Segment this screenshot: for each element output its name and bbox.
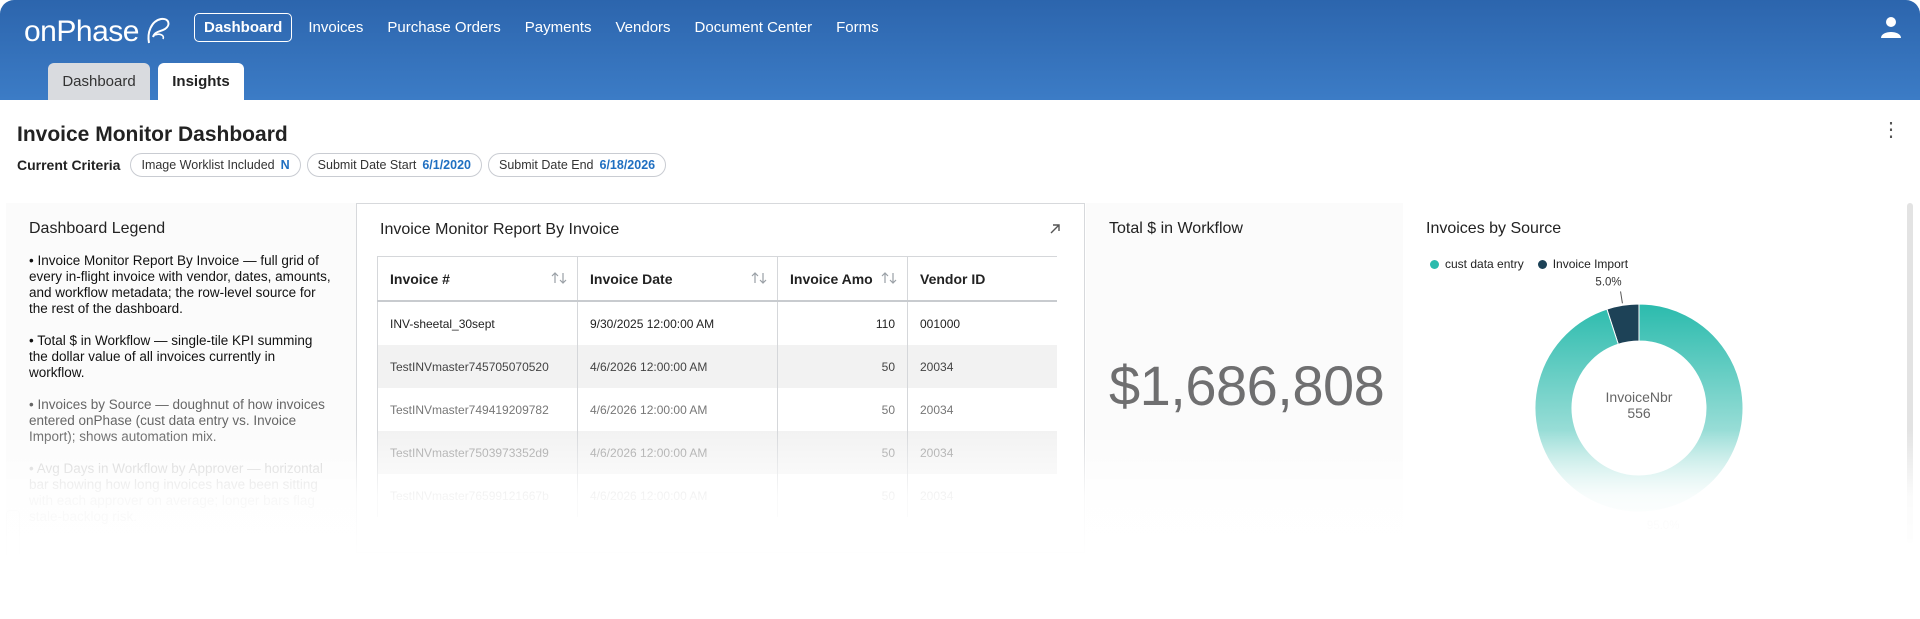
cell-invoice-date: 4/6/2026 12:00:00 AM <box>577 345 778 388</box>
expand-icon[interactable] <box>1048 222 1062 236</box>
subtab-dashboard[interactable]: Dashboard <box>48 63 150 100</box>
slice-label-cust-data-entry: 95.0% <box>1647 520 1680 532</box>
table-row[interactable]: TestINVmaster7503973352d9 4/6/2026 12:00… <box>377 431 1057 474</box>
table-row[interactable]: TestINVmaster745705070520 4/6/2026 12:00… <box>377 345 1057 388</box>
cell-vendor-id: 20034 <box>907 388 1057 431</box>
criteria-chip-submit-end[interactable]: Submit Date End 6/18/2026 <box>488 153 667 177</box>
subtab-insights[interactable]: Insights <box>158 63 244 100</box>
logo-text: onPhase <box>24 15 139 48</box>
cell-invoice-date: 4/6/2026 12:00:00 AM <box>577 388 778 431</box>
criteria-chip-submit-start[interactable]: Submit Date Start 6/1/2020 <box>306 153 482 177</box>
criteria-label: Current Criteria <box>17 157 121 173</box>
total-workflow-tile: Total $ in Workflow $1,686,808 <box>1086 203 1403 553</box>
legend-item: • Invoices by Source — doughnut of how i… <box>29 397 325 444</box>
kpi-title: Total $ in Workflow <box>1109 220 1243 237</box>
onphase-logo[interactable]: onPhase <box>24 14 173 50</box>
chip-label: Image Worklist Included <box>141 158 275 172</box>
nav-payments[interactable]: Payments <box>525 19 592 36</box>
chip-value: 6/1/2020 <box>422 158 471 172</box>
column-header-label: Invoice Date <box>590 270 673 287</box>
table-row[interactable]: INV-sheetal_30sept 9/30/2025 12:00:00 AM… <box>377 301 1057 345</box>
invoice-report-tile: Invoice Monitor Report By Invoice Invoic… <box>356 203 1085 553</box>
column-header-label: Invoice # <box>390 270 450 287</box>
cell-invoice-date: 4/6/2026 12:00:00 AM <box>577 431 778 474</box>
legend-body: • Invoice Monitor Report By Invoice — fu… <box>29 253 334 541</box>
table-header-row: Invoice # Invoice Date Invoice Amo Vendo… <box>377 256 1057 302</box>
cell-vendor-id: 001000 <box>907 301 1057 345</box>
sort-icon[interactable] <box>751 271 767 285</box>
column-header-invoice-amount[interactable]: Invoice Amo <box>777 256 908 302</box>
cell-invoice-amount: 110 <box>777 301 908 345</box>
column-header-vendor-id[interactable]: Vendor ID <box>907 256 1057 302</box>
cell-vendor-id: 20034 <box>907 474 1057 517</box>
table-row[interactable]: TestINVmaster749419209782 4/6/2026 12:00… <box>377 388 1057 431</box>
cell-invoice-number: INV-sheetal_30sept <box>377 301 578 345</box>
more-options-icon[interactable]: ⋮ <box>1881 120 1901 140</box>
table-row[interactable]: TestINVmaster76599121667b 4/6/2026 12:00… <box>377 474 1057 517</box>
chip-value: 6/18/2026 <box>599 158 656 172</box>
donut-center-value: 556 <box>1627 405 1651 421</box>
legend-item: • Avg Days in Workflow by Approver — hor… <box>29 461 323 524</box>
user-avatar-icon[interactable] <box>1879 15 1903 39</box>
cell-invoice-amount: 50 <box>777 431 908 474</box>
nav-document-center[interactable]: Document Center <box>695 19 813 36</box>
nav-forms[interactable]: Forms <box>836 19 879 36</box>
cell-invoice-number: TestINVmaster745705070520 <box>377 345 578 388</box>
chip-label: Submit Date End <box>499 158 594 172</box>
criteria-bar: Current Criteria Image Worklist Included… <box>17 152 672 178</box>
cell-vendor-id: 20034 <box>907 431 1057 474</box>
dashboard-grid: Dashboard Legend • Invoice Monitor Repor… <box>6 203 1914 553</box>
column-header-invoice-date[interactable]: Invoice Date <box>577 256 778 302</box>
nav-invoices[interactable]: Invoices <box>308 19 363 36</box>
report-title: Invoice Monitor Report By Invoice <box>380 221 620 238</box>
slice-label-invoice-import: 5.0% <box>1595 276 1621 288</box>
cell-invoice-amount: 50 <box>777 388 908 431</box>
donut-center-label: InvoiceNbr <box>1606 389 1673 405</box>
cell-vendor-id: 20034 <box>907 345 1057 388</box>
cell-invoice-number: TestINVmaster7503973352d9 <box>377 431 578 474</box>
page-title: Invoice Monitor Dashboard <box>17 123 288 146</box>
invoices-by-source-tile: Invoices by Source cust data entry Invoi… <box>1403 203 1875 553</box>
donut-chart: 5.0% 95.0% InvoiceNbr 556 <box>1534 276 1744 532</box>
app-header: onPhase Dashboard Invoices Purchase Orde… <box>0 0 1920 100</box>
dashboard-subtabs: Dashboard Insights <box>48 63 252 100</box>
kpi-value: $1,686,808 <box>1109 354 1385 417</box>
cell-invoice-amount: 50 <box>777 345 908 388</box>
column-header-invoice-number[interactable]: Invoice # <box>377 256 578 302</box>
legend-title: Dashboard Legend <box>29 220 166 237</box>
column-header-label: Invoice Amo <box>790 270 873 287</box>
vertical-scrollbar[interactable] <box>1907 203 1913 543</box>
sort-icon[interactable] <box>881 271 897 285</box>
cell-invoice-date: 4/6/2026 12:00:00 AM <box>577 474 778 517</box>
logo-mark-icon <box>147 17 170 44</box>
nav-purchase-orders[interactable]: Purchase Orders <box>387 19 500 36</box>
dashboard-legend-tile: Dashboard Legend • Invoice Monitor Repor… <box>6 203 356 553</box>
chip-value: N <box>280 158 290 172</box>
main-nav: Dashboard Invoices Purchase Orders Payme… <box>194 12 903 42</box>
chip-label: Submit Date Start <box>317 158 417 172</box>
criteria-chip-image-worklist[interactable]: Image Worklist Included N <box>130 153 301 177</box>
report-table-wrap[interactable]: Invoice # Invoice Date Invoice Amo Vendo… <box>377 256 1057 554</box>
collapsed-handle[interactable] <box>6 510 20 558</box>
sort-icon[interactable] <box>551 271 567 285</box>
column-header-label: Vendor ID <box>920 270 986 287</box>
slice-label-leader <box>1620 291 1623 304</box>
cell-invoice-number: TestINVmaster749419209782 <box>377 388 578 431</box>
cell-invoice-number: TestINVmaster76599121667b <box>377 474 578 517</box>
nav-dashboard[interactable]: Dashboard <box>194 12 293 42</box>
legend-item: • Invoice Monitor Report By Invoice — fu… <box>29 253 331 316</box>
cell-invoice-date: 9/30/2025 12:00:00 AM <box>577 301 778 345</box>
cell-invoice-amount: 50 <box>777 474 908 517</box>
nav-vendors[interactable]: Vendors <box>615 19 670 36</box>
report-table: Invoice # Invoice Date Invoice Amo Vendo… <box>377 256 1057 517</box>
legend-item: • Total $ in Workflow — single-tile KPI … <box>29 333 313 380</box>
